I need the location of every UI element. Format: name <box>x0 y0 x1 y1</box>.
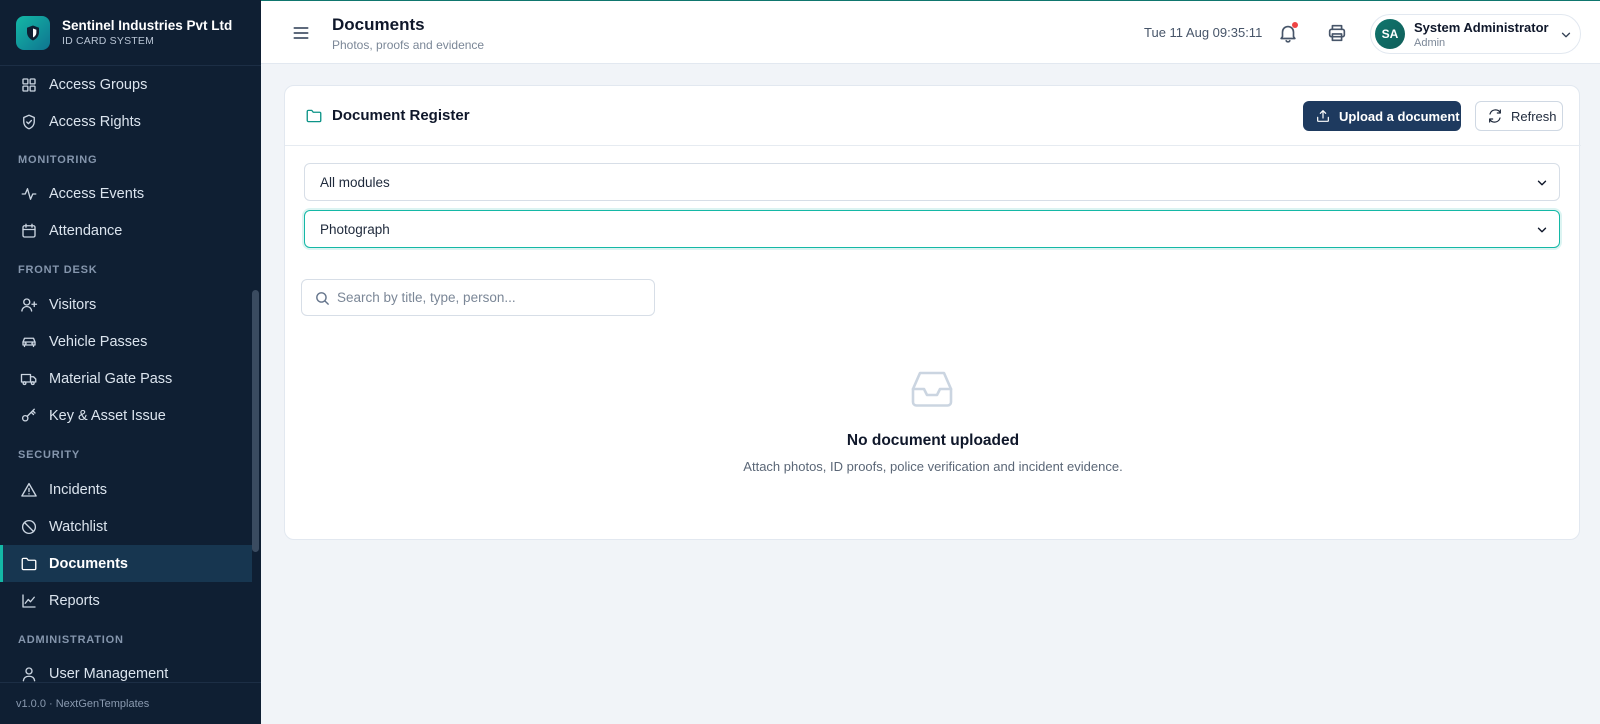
sidebar-item-access-events[interactable]: Access Events <box>0 175 252 212</box>
section-front-desk: FRONT DESK <box>18 264 98 276</box>
section-monitoring: MONITORING <box>18 154 98 166</box>
refresh-label: Refresh <box>1511 108 1557 124</box>
company-name: Sentinel Industries Pvt Ltd <box>62 18 233 33</box>
upload-document-label: Upload a document <box>1339 108 1460 124</box>
user-name: System Administrator <box>1414 20 1549 35</box>
sidebar-item-attendance[interactable]: Attendance <box>0 212 252 249</box>
calendar-icon <box>22 223 36 238</box>
truck-icon <box>20 373 37 385</box>
top-header: Documents Photos, proofs and evidence Tu… <box>261 0 1600 64</box>
sidebar-item-reports[interactable]: Reports <box>0 582 252 619</box>
line-chart-icon <box>22 593 36 608</box>
sidebar-item-access-groups[interactable]: Access Groups <box>0 66 252 103</box>
sidebar-item-label: Attendance <box>49 222 123 239</box>
empty-state-text: Attach photos, ID proofs, police verific… <box>743 459 1123 474</box>
sidebar-item-vehicle-passes[interactable]: Vehicle Passes <box>0 323 252 360</box>
sidebar-item-label: Documents <box>49 555 128 572</box>
sidebar-item-label: Material Gate Pass <box>49 370 173 387</box>
chevron-down-icon <box>1561 32 1571 38</box>
user-role: Admin <box>1414 37 1446 49</box>
user-icon <box>22 666 36 681</box>
module-filter-value: All modules <box>320 174 390 190</box>
page-title: Documents <box>332 15 425 34</box>
sidebar-item-label: Access Rights <box>49 113 141 130</box>
upload-icon <box>1317 110 1329 122</box>
sidebar-item-label: Access Groups <box>49 76 148 93</box>
search-box[interactable] <box>301 279 655 316</box>
sidebar-item-visitors[interactable]: Visitors <box>0 286 252 323</box>
section-administration: ADMINISTRATION <box>18 634 124 646</box>
sidebar-item-label: User Management <box>49 665 169 682</box>
sidebar-item-label: Incidents <box>49 481 108 498</box>
sidebar-item-access-rights[interactable]: Access Rights <box>0 103 252 140</box>
upload-document-button[interactable]: Upload a document <box>1303 101 1461 131</box>
section-security: SECURITY <box>18 449 81 461</box>
module-filter-select[interactable]: All modules <box>304 163 1560 201</box>
ban-icon <box>21 519 37 534</box>
sidebar-item-label: Key & Asset Issue <box>49 407 166 424</box>
sidebar: Sentinel Industries Pvt Ltd ID CARD SYST… <box>0 0 261 724</box>
card-header: Document Register Upload a document Refr… <box>285 86 1581 146</box>
sidebar-item-incidents[interactable]: Incidents <box>0 471 252 508</box>
sidebar-item-user-management[interactable]: User Management <box>0 655 252 682</box>
version-label: v1.0.0 · NextGenTemplates <box>0 682 261 724</box>
sidebar-item-label: Visitors <box>49 296 97 313</box>
sidebar-item-label: Access Events <box>49 185 145 202</box>
folder-icon <box>21 557 37 570</box>
document-type-select[interactable]: Photograph <box>304 210 1560 248</box>
sidebar-item-documents[interactable]: Documents <box>0 545 252 582</box>
grid-icon <box>22 77 36 92</box>
brand: Sentinel Industries Pvt Ltd ID CARD SYST… <box>0 0 261 66</box>
sidebar-item-material-gate-pass[interactable]: Material Gate Pass <box>0 360 252 397</box>
card-title: Document Register <box>332 107 470 124</box>
avatar: SA <box>1375 19 1405 49</box>
chevron-down-icon <box>1537 227 1547 233</box>
document-type-value: Photograph <box>320 221 390 237</box>
refresh-icon <box>1489 109 1501 123</box>
inbox-icon <box>911 371 953 407</box>
user-plus-icon <box>21 297 38 312</box>
menu-icon[interactable] <box>291 23 311 43</box>
shield-logo-icon <box>16 15 50 50</box>
shield-check-icon <box>23 114 35 129</box>
refresh-button[interactable]: Refresh <box>1475 101 1563 131</box>
datetime-display: Tue 11 Aug 09:35:11 <box>1144 25 1263 40</box>
notification-dot <box>1292 22 1298 28</box>
sidebar-scrollbar[interactable] <box>252 290 259 552</box>
app-subtitle: ID CARD SYSTEM <box>62 35 155 47</box>
search-input[interactable] <box>337 281 637 314</box>
sidebar-item-label: Watchlist <box>49 518 108 535</box>
printer-icon[interactable] <box>1326 22 1348 44</box>
sidebar-item-label: Vehicle Passes <box>49 333 148 350</box>
search-icon <box>316 292 329 305</box>
folder-icon <box>306 109 322 123</box>
sidebar-item-watchlist[interactable]: Watchlist <box>0 508 252 545</box>
sidebar-item-label: Reports <box>49 592 100 609</box>
sidebar-nav: Access Groups Access Rights MONITORING A… <box>0 66 261 682</box>
empty-state-title: No document uploaded <box>846 432 1020 449</box>
sidebar-item-key-asset-issue[interactable]: Key & Asset Issue <box>0 397 252 434</box>
user-menu[interactable]: SA System Administrator Admin <box>1370 14 1581 54</box>
key-icon <box>21 408 36 422</box>
page-subtitle: Photos, proofs and evidence <box>332 38 485 52</box>
car-icon <box>22 337 36 347</box>
activity-icon <box>21 187 37 200</box>
chevron-down-icon <box>1537 180 1547 186</box>
document-register-card: Document Register Upload a document Refr… <box>284 85 1581 540</box>
alert-triangle-icon <box>21 482 37 497</box>
